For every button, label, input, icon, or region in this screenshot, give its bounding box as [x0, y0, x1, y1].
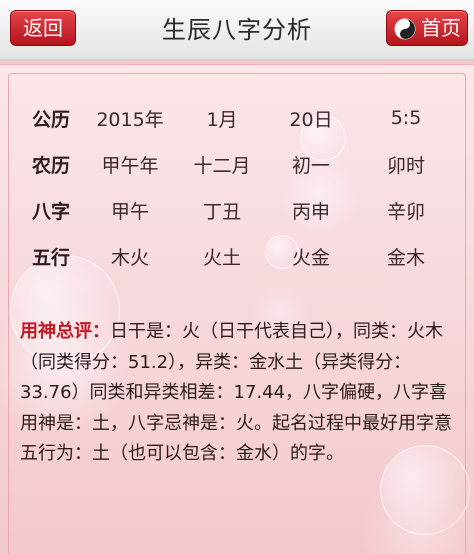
yin-yang-icon: [394, 18, 416, 40]
table-cell: 卯时: [386, 154, 425, 177]
row-header: 公历: [31, 108, 70, 131]
table-cell: 甲午: [110, 200, 149, 223]
home-button[interactable]: 首页: [386, 10, 468, 46]
table-cell: 丁丑: [202, 200, 241, 223]
row-header: 农历: [31, 154, 70, 177]
row-header: 八字: [31, 200, 70, 223]
app-window: 生辰八字分析 返回 首页 公历 2015年 1月 20日 5:5 农历 甲午年 …: [0, 0, 474, 554]
table-row: 五行 木火 火土 火金 金木: [18, 233, 458, 279]
top-bar: 生辰八字分析 返回 首页: [0, 0, 474, 60]
back-button[interactable]: 返回: [10, 10, 76, 46]
home-button-label: 首页: [421, 16, 461, 40]
analysis-text: 日干是：火（日干代表自己），同类：火木（同类得分：51.2），异类：金水土（异类…: [20, 321, 452, 464]
table-cell: 丙申: [291, 200, 330, 223]
table-cell: 金木: [386, 246, 425, 269]
row-header: 五行: [31, 246, 70, 269]
table-cell: 火金: [291, 246, 330, 269]
table-row: 公历 2015年 1月 20日 5:5: [18, 95, 458, 141]
table-cell: 甲午年: [101, 154, 159, 177]
table-cell: 木火: [110, 246, 149, 269]
table-cell: 辛卯: [386, 200, 425, 223]
content-panel: 公历 2015年 1月 20日 5:5 农历 甲午年 十二月 初一 卯时 八字 …: [0, 64, 474, 554]
table-cell: 初一: [291, 154, 330, 177]
table-row: 八字 甲午 丁丑 丙申 辛卯: [18, 187, 458, 233]
analysis-summary: 用神总评：日干是：火（日干代表自己），同类：火木（同类得分：51.2），异类：金…: [20, 317, 454, 470]
table-cell: 十二月: [193, 154, 251, 177]
table-cell: 1月: [206, 108, 238, 131]
table-cell: 20日: [289, 108, 333, 131]
table-cell: 火土: [202, 246, 241, 269]
table-cell: 2015年: [96, 108, 164, 131]
bazi-table: 公历 2015年 1月 20日 5:5 农历 甲午年 十二月 初一 卯时 八字 …: [18, 95, 458, 279]
analysis-label: 用神总评：: [20, 321, 110, 342]
table-cell: 5:5: [390, 107, 422, 129]
table-row: 农历 甲午年 十二月 初一 卯时: [18, 141, 458, 187]
